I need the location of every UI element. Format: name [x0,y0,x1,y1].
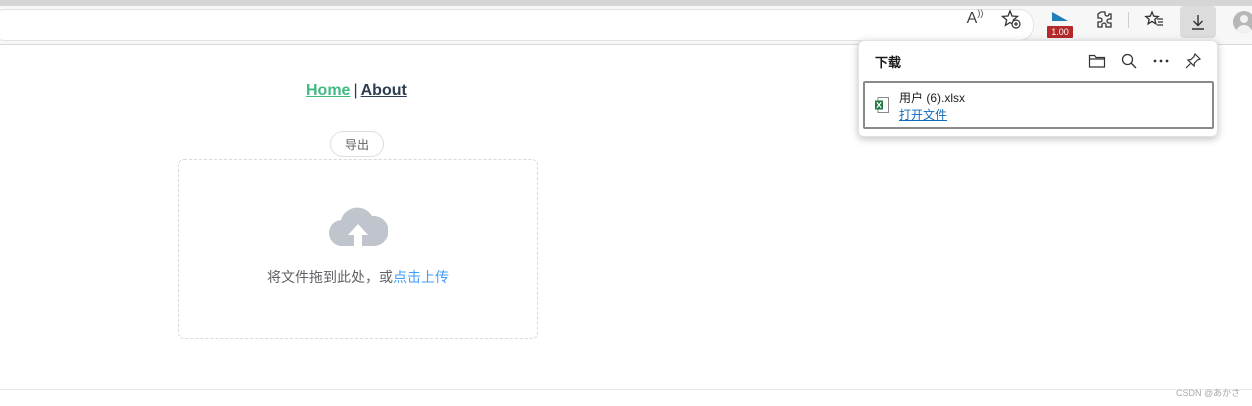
open-folder-icon[interactable] [1085,50,1109,72]
top-nav: Home | About [306,82,407,100]
toolbar-separator [1128,12,1129,28]
address-bar[interactable] [0,9,1034,41]
download-file-name: 用户 (6).xlsx [899,91,966,105]
search-icon[interactable] [1117,50,1141,72]
open-file-link[interactable]: 打开文件 [899,106,947,123]
read-aloud-label: A [966,10,978,27]
read-aloud-icon[interactable]: A)) [961,5,989,33]
pin-icon[interactable] [1181,50,1205,72]
upload-instructions: 将文件拖到此处，或点击上传 [179,267,537,287]
profile-icon[interactable] [1233,11,1252,33]
downloads-icon[interactable] [1180,6,1216,38]
add-favorite-icon[interactable] [997,5,1025,33]
watermark: CSDN @あかさ [1176,388,1241,398]
download-item[interactable]: 用户 (6).xlsx 打开文件 [863,81,1214,129]
extensions-icon[interactable] [1091,5,1119,33]
downloads-flyout: 下载 用户 (6).xlsx 打开文件 [858,40,1218,137]
nav-home-link[interactable]: Home [306,82,350,99]
favorites-icon[interactable] [1140,5,1168,33]
nav-about-link[interactable]: About [361,82,407,99]
cloud-upload-icon [328,202,389,255]
page-divider [0,389,1252,390]
more-options-icon[interactable] [1149,50,1173,72]
extension-badge: 1.00 [1047,26,1073,38]
upload-dropzone[interactable]: 将文件拖到此处，或点击上传 [178,159,538,339]
upload-click-link[interactable]: 点击上传 [393,269,449,285]
nav-separator: | [353,82,358,99]
downloads-title: 下载 [875,55,902,70]
upload-hint: 将文件拖到此处，或 [267,269,393,285]
export-button[interactable]: 导出 [330,131,384,157]
excel-file-icon [875,97,889,113]
